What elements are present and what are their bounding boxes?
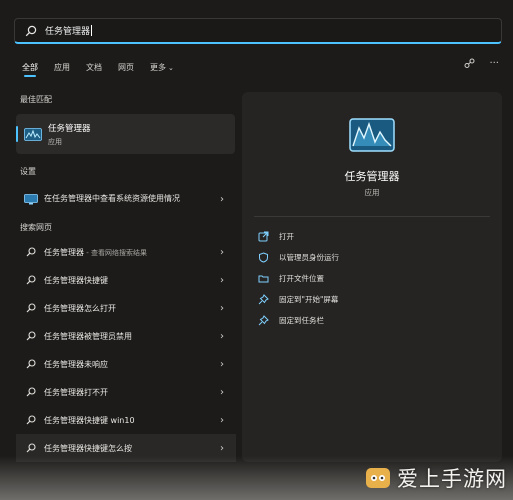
watermark-logo-icon	[366, 468, 390, 488]
web-search-item[interactable]: 任务管理器 - 查看网络搜索结果 ›	[16, 238, 236, 266]
text-caret	[91, 25, 93, 36]
search-icon	[25, 25, 37, 36]
web-search-item[interactable]: 任务管理器怎么打开 ›	[16, 294, 236, 322]
best-match-heading: 最佳匹配	[20, 95, 52, 104]
search-input[interactable]: 任务管理器	[14, 18, 502, 44]
search-icon	[26, 443, 36, 453]
web-search-item-text: 任务管理器怎么打开	[44, 303, 116, 313]
best-match-name: 任务管理器	[48, 123, 91, 134]
web-search-item-text: 任务管理器快捷键怎么按	[44, 443, 132, 453]
web-search-item-label: 任务管理器快捷键怎么按	[44, 443, 132, 454]
tab-web[interactable]: 网页	[118, 62, 134, 77]
web-search-item-text: 任务管理器	[44, 247, 84, 257]
search-icon	[26, 331, 36, 341]
web-search-item-label: 任务管理器未响应	[44, 359, 108, 370]
web-search-item[interactable]: 任务管理器被管理员禁用 ›	[16, 322, 236, 350]
settings-item-label: 在任务管理器中查看系统资源使用情况	[44, 194, 180, 203]
watermark-text: 爱上手游网	[397, 467, 507, 491]
preview-panel: 任务管理器 应用 打开以管理员身份运行 打开文件位置固定到"开始"屏幕 固定到任务栏	[242, 92, 502, 462]
preview-action-label: 打开文件位置	[279, 274, 324, 283]
tab-more-label: 更多	[150, 62, 166, 72]
filter-tabs: 全部 应用 文档 网页 更多 ⌄	[22, 60, 190, 78]
preview-action-label: 固定到"开始"屏幕	[279, 295, 339, 304]
preview-action-label: 固定到任务栏	[279, 316, 324, 325]
chevron-right-icon: ›	[220, 386, 224, 398]
web-search-item-label: 任务管理器被管理员禁用	[44, 331, 132, 342]
chevron-right-icon: ›	[220, 330, 224, 342]
web-search-item[interactable]: 任务管理器未响应 ›	[16, 350, 236, 378]
web-search-list: 任务管理器 - 查看网络搜索结果 › 任务管理器快捷键 › 任务管理器怎么打开 › 任务管理…	[16, 238, 236, 462]
chevron-right-icon: ›	[220, 414, 224, 426]
preview-action[interactable]: 固定到"开始"屏幕	[258, 289, 339, 310]
watermark: 爱上手游网	[363, 460, 507, 496]
web-search-item[interactable]: 任务管理器快捷键 ›	[16, 266, 236, 294]
web-search-item-text: 任务管理器被管理员禁用	[44, 331, 132, 341]
preview-app-type: 应用	[364, 188, 380, 197]
tab-documents[interactable]: 文档	[86, 62, 102, 77]
tab-more[interactable]: 更多 ⌄	[150, 62, 174, 77]
chevron-right-icon: ›	[220, 246, 224, 258]
open-icon	[258, 231, 269, 242]
search-icon	[26, 387, 36, 397]
run-as-admin-icon	[259, 252, 268, 263]
more-options-icon[interactable]: ···	[489, 58, 499, 72]
pin-icon	[258, 315, 269, 326]
chevron-right-icon: ›	[220, 442, 224, 454]
preview-action[interactable]: 固定到任务栏	[258, 310, 339, 331]
chevron-down-icon: ⌄	[168, 63, 174, 72]
preview-action[interactable]: 打开	[258, 226, 339, 247]
preview-action[interactable]: 以管理员身份运行	[258, 247, 339, 268]
web-search-item-text: 任务管理器快捷键 win10	[44, 415, 135, 425]
chevron-right-icon: ›	[220, 358, 224, 370]
web-search-heading: 搜索网页	[20, 223, 52, 232]
top-right-tools: ···	[464, 58, 499, 72]
web-search-item-label: 任务管理器快捷键 win10	[44, 415, 135, 426]
search-icon	[26, 275, 36, 285]
web-search-item-text: 任务管理器快捷键	[44, 275, 108, 285]
preview-action-label: 以管理员身份运行	[279, 253, 339, 262]
preview-app-name: 任务管理器	[344, 170, 400, 183]
chevron-right-icon: ›	[220, 274, 224, 286]
web-search-item-label: 任务管理器 - 查看网络搜索结果	[44, 247, 147, 258]
best-match-item[interactable]: 任务管理器 应用	[16, 114, 235, 154]
preview-action[interactable]: 打开文件位置	[258, 268, 339, 289]
chevron-right-icon: ›	[220, 193, 224, 205]
tab-all[interactable]: 全部	[22, 62, 38, 77]
monitor-icon	[24, 193, 38, 204]
search-icon	[26, 247, 36, 257]
web-search-item[interactable]: 任务管理器快捷键 win10 ›	[16, 406, 236, 434]
divider	[254, 216, 490, 217]
best-match-type: 应用	[48, 137, 62, 146]
settings-heading: 设置	[20, 167, 36, 176]
share-icon[interactable]	[464, 58, 475, 72]
search-icon	[26, 359, 36, 369]
results-list: 最佳匹配 任务管理器 应用 设置 在任务管理器中查看系统资源使用情况 › 搜索网…	[16, 92, 236, 462]
search-icon	[26, 415, 36, 425]
chevron-right-icon: ›	[220, 302, 224, 314]
preview-actions: 打开以管理员身份运行 打开文件位置固定到"开始"屏幕 固定到任务栏	[258, 226, 339, 331]
web-search-item[interactable]: 任务管理器打不开 ›	[16, 378, 236, 406]
task-manager-icon	[24, 127, 42, 141]
search-icon	[26, 303, 36, 313]
web-search-item-suffix: - 查看网络搜索结果	[84, 248, 147, 257]
web-search-item-text: 任务管理器打不开	[44, 387, 108, 397]
web-search-item-text: 任务管理器未响应	[44, 359, 108, 369]
web-search-item-label: 任务管理器怎么打开	[44, 303, 116, 314]
pin-icon	[258, 294, 269, 305]
folder-icon	[258, 275, 269, 283]
task-manager-large-icon	[349, 118, 395, 152]
web-search-item-label: 任务管理器打不开	[44, 387, 108, 398]
settings-item[interactable]: 在任务管理器中查看系统资源使用情况 ›	[16, 184, 236, 214]
preview-action-label: 打开	[279, 232, 294, 241]
tab-apps[interactable]: 应用	[54, 62, 70, 77]
web-search-item-label: 任务管理器快捷键	[44, 275, 108, 286]
search-input-text: 任务管理器	[45, 27, 91, 37]
